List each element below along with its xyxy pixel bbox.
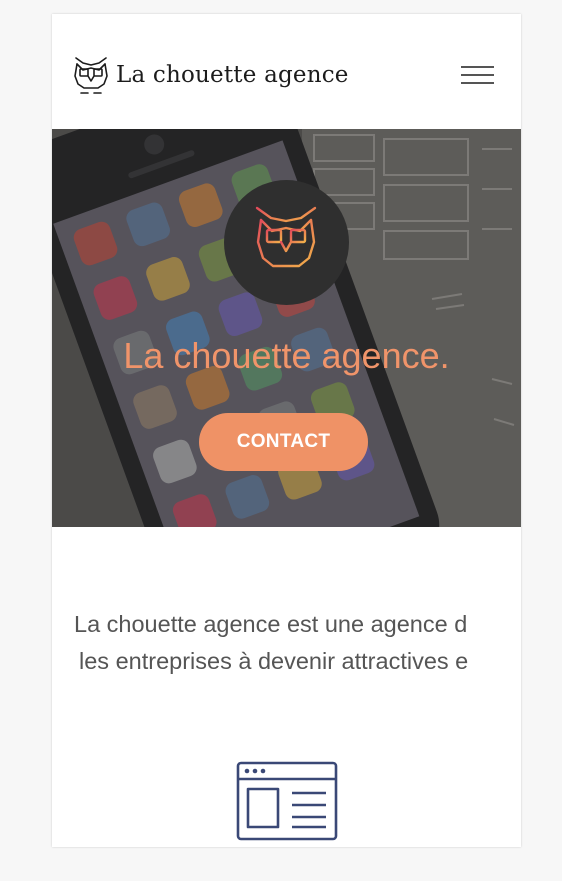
owl-icon (255, 206, 317, 278)
site-header: La chouette agence (52, 14, 521, 129)
menu-bar (461, 74, 494, 76)
owl-icon (74, 57, 108, 94)
hero-section: La chouette agence. CONTACT (52, 129, 521, 527)
contact-button[interactable]: CONTACT (199, 413, 368, 471)
menu-bar (461, 82, 494, 84)
webpage-layout-icon (236, 761, 338, 841)
intro-line: La chouette agence est une agence d (74, 611, 468, 637)
hero-owl-badge (224, 180, 349, 305)
hero-title: La chouette agence. (123, 335, 450, 376)
menu-bar (461, 66, 494, 68)
brand-logo-link[interactable]: La chouette agence (72, 54, 349, 96)
intro-text: La chouette agence est une agence d les … (74, 606, 521, 680)
hamburger-menu-icon[interactable] (461, 64, 495, 86)
brand-name: La chouette agence (116, 62, 349, 88)
intro-line: les entreprises à devenir attractives e (79, 648, 469, 674)
mobile-viewport: La chouette agence La chouette agence. C… (52, 14, 521, 847)
